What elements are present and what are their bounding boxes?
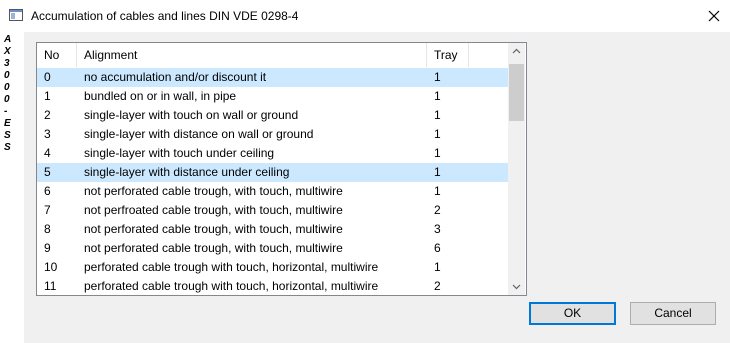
cell-no: 11: [44, 279, 57, 293]
cell-alignment: perforated cable trough with touch, hori…: [84, 279, 379, 293]
cell-alignment: not perforated cable trough, with touch,…: [84, 241, 343, 255]
alignment-list[interactable]: No Alignment Tray 0 no accumulation and/…: [36, 42, 527, 296]
cell-no: 2: [44, 108, 51, 122]
cell-alignment: single-layer with distance under ceiling: [84, 165, 290, 179]
dialog-content: No Alignment Tray 0 no accumulation and/…: [24, 32, 730, 343]
close-icon[interactable]: [700, 4, 728, 28]
cell-alignment: not perforated cable trough, with touch,…: [84, 184, 343, 198]
cell-no: 8: [44, 222, 51, 236]
column-header-alignment[interactable]: Alignment: [77, 43, 427, 67]
cell-tray: 2: [434, 279, 441, 293]
sidebar-vertical-text: AX3000 - ESS: [4, 34, 13, 153]
ok-button[interactable]: OK: [529, 302, 616, 325]
cell-alignment: not perfroated cable trough, with touch,…: [84, 203, 343, 217]
chevron-down-icon[interactable]: [508, 278, 525, 295]
cell-no: 9: [44, 241, 51, 255]
cell-alignment: single-layer with touch on wall or groun…: [84, 108, 299, 122]
table-row[interactable]: 1 bundled on or in wall, in pipe 1: [37, 87, 508, 106]
table-row[interactable]: 5 single-layer with distance under ceili…: [37, 163, 508, 182]
cell-no: 6: [44, 184, 51, 198]
table-row[interactable]: 9 not perforated cable trough, with touc…: [37, 239, 508, 258]
list-rows: 0 no accumulation and/or discount it 1 1…: [37, 68, 508, 295]
title-bar: Accumulation of cables and lines DIN VDE…: [0, 0, 730, 32]
table-row[interactable]: 11 perforated cable trough with touch, h…: [37, 277, 508, 295]
table-row[interactable]: 4 single-layer with touch under ceiling …: [37, 144, 508, 163]
cell-no: 7: [44, 203, 51, 217]
cell-alignment: not perforated cable trough, with touch,…: [84, 222, 343, 236]
cell-tray: 3: [434, 222, 441, 236]
table-row[interactable]: 7 not perfroated cable trough, with touc…: [37, 201, 508, 220]
cell-tray: 6: [434, 241, 441, 255]
cell-tray: 1: [434, 260, 441, 274]
cell-tray: 1: [434, 89, 441, 103]
cell-tray: 2: [434, 203, 441, 217]
cell-no: 4: [44, 146, 51, 160]
table-row[interactable]: 10 perforated cable trough with touch, h…: [37, 258, 508, 277]
table-row[interactable]: 3 single-layer with distance on wall or …: [37, 125, 508, 144]
table-row[interactable]: 2 single-layer with touch on wall or gro…: [37, 106, 508, 125]
cell-tray: 1: [434, 127, 441, 141]
chevron-up-icon[interactable]: [508, 43, 525, 60]
cell-no: 5: [44, 165, 51, 179]
cell-tray: 1: [434, 70, 441, 84]
cell-tray: 1: [434, 165, 441, 179]
cell-tray: 1: [434, 184, 441, 198]
cell-no: 3: [44, 127, 51, 141]
column-header-tray[interactable]: Tray: [427, 43, 469, 67]
vertical-scrollbar[interactable]: [508, 43, 525, 295]
window-title: Accumulation of cables and lines DIN VDE…: [31, 9, 299, 23]
cancel-button[interactable]: Cancel: [630, 302, 716, 325]
cell-tray: 1: [434, 108, 441, 122]
column-header-no[interactable]: No: [37, 43, 77, 67]
list-header: No Alignment Tray: [37, 43, 508, 67]
table-row[interactable]: 8 not perforated cable trough, with touc…: [37, 220, 508, 239]
cell-alignment: single-layer with distance on wall or gr…: [84, 127, 314, 141]
cell-alignment: perforated cable trough with touch, hori…: [84, 260, 379, 274]
cell-alignment: bundled on or in wall, in pipe: [84, 89, 237, 103]
cell-no: 10: [44, 260, 58, 274]
cell-alignment: no accumulation and/or discount it: [84, 70, 267, 84]
cell-no: 1: [44, 89, 51, 103]
table-row[interactable]: 0 no accumulation and/or discount it 1: [37, 68, 508, 87]
window-icon: [9, 9, 23, 21]
table-row[interactable]: 6 not perforated cable trough, with touc…: [37, 182, 508, 201]
cell-alignment: single-layer with touch under ceiling: [84, 146, 275, 160]
cell-no: 0: [44, 70, 51, 84]
cell-tray: 1: [434, 146, 441, 160]
scrollbar-thumb[interactable]: [509, 64, 524, 121]
sidebar-strip: AX3000 - ESS: [0, 32, 24, 343]
